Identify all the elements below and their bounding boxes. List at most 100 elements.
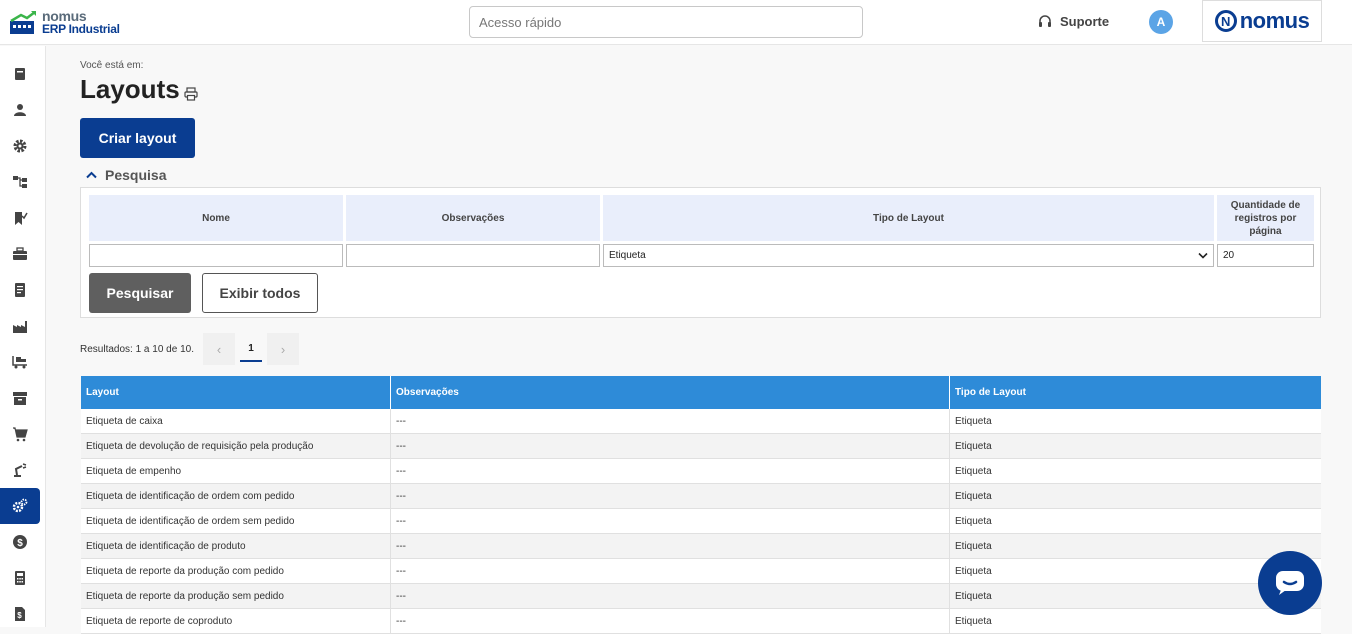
table-row[interactable]: Etiqueta de reporte de coproduto --- Etiqu…	[81, 609, 1321, 634]
headset-icon	[1039, 14, 1051, 27]
chat-bubble-icon	[1276, 571, 1304, 595]
table-row[interactable]: Etiqueta de identificação de produto --- E…	[81, 534, 1321, 559]
sidebar-item-robot[interactable]	[0, 452, 40, 488]
cell-observations: ---	[391, 484, 950, 509]
layout-type-column-header: Tipo de Layout	[603, 195, 1214, 241]
cell-observations: ---	[391, 509, 950, 534]
records-per-page-input[interactable]	[1217, 244, 1314, 267]
column-header-layout[interactable]: Layout	[81, 376, 391, 409]
create-layout-button[interactable]: Criar layout	[80, 118, 195, 158]
previous-page-button[interactable]: ‹	[203, 333, 235, 365]
sidebar-item-book[interactable]	[0, 56, 40, 92]
chat-button[interactable]	[1258, 551, 1322, 615]
cell-layout-type: Etiqueta	[955, 516, 992, 527]
chevron-up-icon	[86, 171, 97, 179]
table-row[interactable]: Etiqueta de caixa --- Etiqueta	[81, 409, 1321, 434]
cart-icon	[13, 427, 28, 442]
cell-layout: Etiqueta de identificação de ordem sem p…	[81, 509, 391, 534]
document-icon	[15, 283, 25, 297]
sidebar-item-factory[interactable]	[0, 308, 40, 344]
show-all-button[interactable]: Exibir todos	[202, 273, 318, 313]
cell-layout: Etiqueta de reporte da produção com pedi…	[81, 559, 391, 584]
table-row[interactable]: Etiqueta de reporte da produção sem pedi…	[81, 584, 1321, 609]
support-link[interactable]: Suporte	[1038, 14, 1109, 29]
nomus-erp-logo[interactable]: nomus ERP Industrial	[9, 7, 129, 39]
sidebar-item-person[interactable]	[0, 92, 40, 128]
cell-observations: ---	[391, 609, 950, 634]
sidebar-item-cart[interactable]	[0, 416, 40, 452]
sidebar-item-archive[interactable]	[0, 380, 40, 416]
sidebar-item-flow[interactable]	[0, 164, 40, 200]
name-filter-input[interactable]	[89, 244, 343, 267]
cell-observations: ---	[391, 534, 950, 559]
table-row[interactable]: Etiqueta de identificação de ordem com p…	[81, 484, 1321, 509]
person-icon	[14, 104, 26, 116]
cell-layout-type: Etiqueta	[955, 491, 992, 502]
search-button[interactable]: Pesquisar	[89, 273, 191, 313]
cell-layout: Etiqueta de reporte de coproduto	[81, 609, 391, 634]
cell-layout-type: Etiqueta	[955, 441, 992, 452]
search-section-label: Pesquisa	[105, 167, 167, 183]
current-page-number[interactable]: 1	[240, 338, 262, 362]
svg-text:$: $	[17, 611, 22, 620]
sidebar-item-settings[interactable]	[0, 128, 40, 164]
search-section-toggle[interactable]: Pesquisa	[86, 167, 166, 183]
sidebar-item-briefcase[interactable]	[0, 236, 40, 272]
table-row[interactable]: Etiqueta de devolução de requisição pela…	[81, 434, 1321, 459]
cell-observations: ---	[391, 459, 950, 484]
company-brand-logo: N nomus	[1202, 0, 1322, 42]
cell-layout: Etiqueta de devolução de requisição pela…	[81, 434, 391, 459]
table-header: Layout Observações Tipo de Layout	[81, 376, 1321, 409]
table-row[interactable]: Etiqueta de reporte da produção com pedi…	[81, 559, 1321, 584]
quick-access-input[interactable]	[469, 6, 863, 38]
pallet-icon	[12, 356, 27, 369]
logo-subtitle: ERP Industrial	[42, 22, 120, 36]
sidebar-item-calculator[interactable]	[0, 560, 40, 596]
cell-layout-type: Etiqueta	[955, 541, 992, 552]
bookmark-check-icon	[15, 212, 28, 225]
sidebar-item-layouts[interactable]	[0, 488, 40, 524]
table-row[interactable]: Etiqueta de identificação de ordem sem p…	[81, 509, 1321, 534]
sidebar: $ $	[0, 46, 46, 627]
chevron-down-icon	[1198, 252, 1208, 259]
sidebar-item-finance[interactable]: $	[0, 524, 40, 560]
table-row[interactable]: Etiqueta de empenho --- Etiqueta	[81, 459, 1321, 484]
sidebar-item-document[interactable]	[0, 272, 40, 308]
brand-name: nomus	[1239, 8, 1310, 33]
print-icon[interactable]	[184, 87, 198, 101]
factory-icon	[13, 321, 27, 333]
cell-observations: ---	[391, 409, 950, 434]
briefcase-icon	[13, 247, 27, 260]
cell-observations: ---	[391, 584, 950, 609]
cell-layout-type: Etiqueta	[955, 616, 992, 627]
flow-icon	[13, 176, 27, 188]
next-page-button[interactable]: ›	[267, 333, 299, 365]
archive-icon	[13, 392, 27, 405]
observations-filter-input[interactable]	[346, 244, 600, 267]
records-per-page-column-header: Quantidade de registros por página	[1217, 195, 1314, 241]
gears-icon	[12, 498, 28, 513]
observations-column-header: Observações	[346, 195, 600, 241]
sidebar-item-bookmark[interactable]	[0, 200, 40, 236]
column-header-layout-type[interactable]: Tipo de Layout	[950, 376, 1321, 409]
book-icon	[15, 68, 25, 80]
factory-logo-icon	[10, 11, 36, 34]
layout-type-select[interactable]: Etiqueta	[603, 244, 1214, 267]
cell-observations: ---	[391, 434, 950, 459]
robot-arm-icon	[14, 463, 27, 477]
gear-icon	[13, 139, 27, 153]
sidebar-item-pallet[interactable]	[0, 344, 40, 380]
page-title: Layouts	[80, 74, 180, 104]
cell-layout: Etiqueta de identificação de ordem com p…	[81, 484, 391, 509]
cell-layout-type: Etiqueta	[955, 466, 992, 477]
calculator-icon	[15, 571, 25, 585]
cell-layout: Etiqueta de caixa	[81, 409, 391, 434]
cell-layout: Etiqueta de reporte da produção sem pedi…	[81, 584, 391, 609]
name-column-header: Nome	[89, 195, 343, 241]
user-avatar[interactable]: A	[1149, 10, 1173, 34]
column-header-observations[interactable]: Observações	[391, 376, 950, 409]
cell-layout: Etiqueta de identificação de produto	[81, 534, 391, 559]
brand-n-icon: N	[1214, 10, 1237, 32]
support-label: Suporte	[1060, 14, 1110, 29]
svg-text:$: $	[17, 538, 23, 549]
